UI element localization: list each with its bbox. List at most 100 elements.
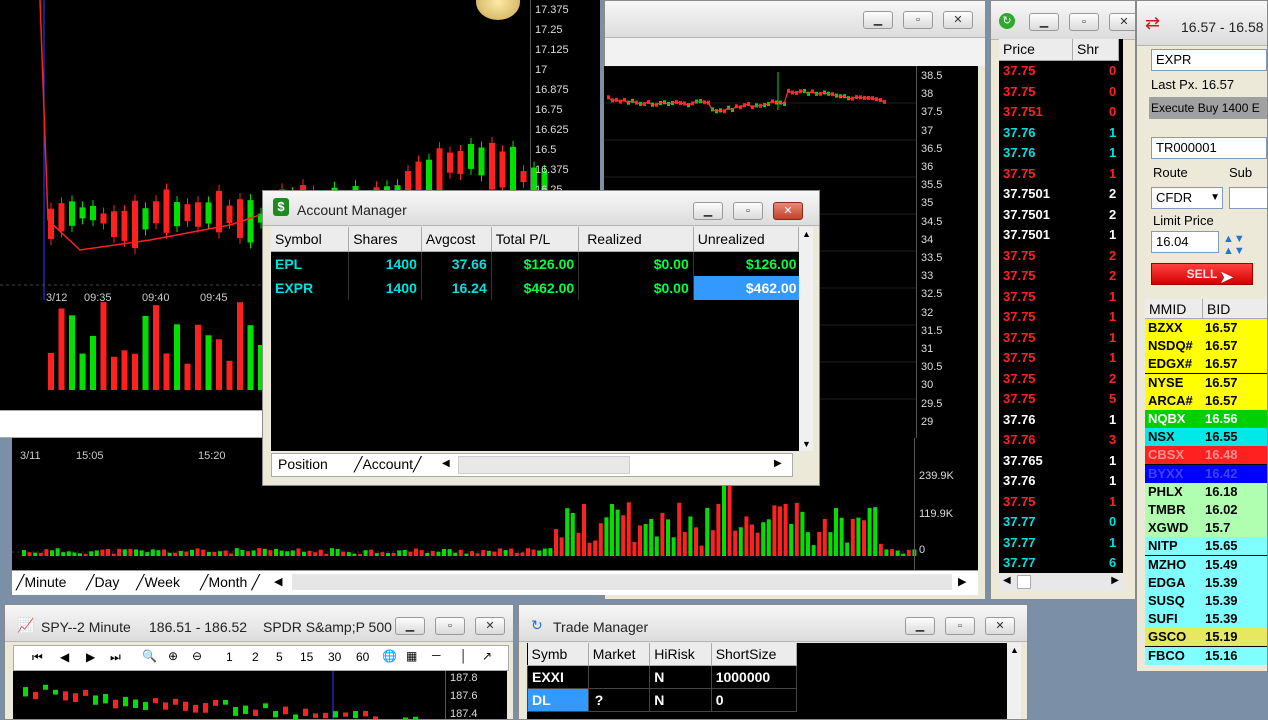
maximize-button[interactable]: ▫ [1069, 13, 1099, 31]
column-header[interactable]: Shares [348, 227, 422, 252]
line-tool-icon[interactable]: ─ [432, 648, 441, 662]
prev-icon[interactable]: ◀ [60, 650, 69, 664]
scrollbar-thumb[interactable] [458, 456, 630, 474]
maximize-button[interactable]: ▫ [733, 202, 763, 220]
level2-row[interactable]: MZHO 15.49 [1145, 555, 1267, 574]
minimize-button[interactable]: ▁ [693, 202, 723, 220]
sell-button[interactable]: SELL [1151, 263, 1253, 285]
scrollbar-track[interactable] [292, 574, 952, 590]
table-row[interactable]: EPL 1400 37.66 $126.00 $0.00 $126.00 [271, 251, 799, 276]
time-sales-titlebar[interactable]: ↻ ▁ ▫ ✕ [991, 1, 1135, 40]
account-manager-window[interactable]: $ Account Manager ▁ ▫ ✕ Symbol Shares Av… [262, 190, 820, 486]
table-row[interactable]: DL ? N 0 [527, 688, 798, 712]
sub-route-select[interactable] [1229, 187, 1267, 209]
spy-titlebar[interactable]: 📈 SPY--2 Minute 186.51 - 186.52 SPDR S&a… [5, 605, 513, 642]
next-icon[interactable]: ▶ [86, 650, 95, 664]
tab-month[interactable]: ╱Month ╱ [200, 574, 260, 591]
level2-row[interactable]: FBCO 15.16 [1145, 646, 1267, 665]
tab-account[interactable]: ╱Account╱ [354, 456, 421, 473]
draw-icon[interactable]: ↗ [482, 649, 492, 663]
minimize-button[interactable]: ▁ [1029, 13, 1059, 31]
account-manager-titlebar[interactable]: $ Account Manager ▁ ▫ ✕ [263, 191, 819, 226]
tab-minute[interactable]: ╱Minute [16, 574, 66, 591]
time-sales-window[interactable]: ↻ ▁ ▫ ✕ Price Shr 37.75 0 37.75 0 37.751 0 37.… [990, 0, 1136, 600]
limit-price-input[interactable]: 16.04 [1151, 231, 1219, 253]
close-button[interactable]: ✕ [773, 202, 803, 220]
scroll-left-arrow[interactable]: ◀ [1003, 575, 1011, 586]
close-button[interactable]: ✕ [475, 617, 505, 635]
level2-row[interactable]: BYXX 16.42 [1145, 464, 1267, 483]
account-input[interactable]: TR000001 [1151, 137, 1267, 159]
level2-row[interactable]: BZXX 16.57 [1145, 319, 1267, 337]
column-header[interactable]: MMID [1145, 299, 1203, 319]
scroll-right-arrow[interactable]: ▶ [774, 458, 782, 469]
order-entry-window[interactable]: ⇄ 16.57 - 16.58 EXPR Last Px. 16.57 Exec… [1136, 0, 1268, 672]
spy-chart-window[interactable]: 📈 SPY--2 Minute 186.51 - 186.52 SPDR S&a… [4, 604, 514, 720]
globe-icon[interactable]: 🌐 [382, 649, 397, 663]
interval-15-button[interactable]: 15 [300, 650, 313, 664]
scroll-right-arrow[interactable]: ▶ [958, 575, 966, 588]
scrollbar-thumb[interactable] [1017, 575, 1031, 589]
minimize-button[interactable]: ▁ [863, 11, 893, 29]
chart-window-titlebar[interactable]: ▁ ▫ ✕ [605, 1, 985, 38]
column-header[interactable]: BID [1203, 299, 1267, 319]
vertical-scrollbar[interactable]: ▲ ▼ [799, 227, 813, 451]
calculator-icon[interactable]: ▦ [406, 649, 417, 663]
tab-week[interactable]: ╱Week [136, 574, 180, 591]
maximize-button[interactable]: ▫ [945, 617, 975, 635]
close-button[interactable]: ✕ [1109, 13, 1135, 31]
zoom-in-icon[interactable]: ⊕ [168, 649, 178, 663]
first-icon[interactable]: ⏮ [32, 650, 43, 665]
minimize-button[interactable]: ▁ [395, 617, 425, 635]
level2-row[interactable]: NSX 16.55 [1145, 428, 1267, 447]
maximize-button[interactable]: ▫ [903, 11, 933, 29]
column-header[interactable]: ShortSize [711, 643, 798, 666]
column-header[interactable]: Market [588, 643, 651, 666]
interval-5-button[interactable]: 5 [276, 650, 283, 664]
level2-row[interactable]: NSDQ# 16.57 [1145, 337, 1267, 356]
level2-row[interactable]: PHLX 16.18 [1145, 482, 1267, 501]
tab-position[interactable]: Position [278, 456, 328, 472]
close-button[interactable]: ✕ [985, 617, 1015, 635]
scroll-up-arrow[interactable]: ▲ [1010, 645, 1019, 655]
spy-price-chart[interactable]: 187.8 187.6 187.4 [13, 671, 507, 719]
column-header[interactable]: HiRisk [649, 643, 712, 666]
scroll-left-arrow[interactable]: ◀ [274, 575, 282, 588]
symbol-input[interactable]: EXPR [1151, 49, 1267, 71]
level2-row[interactable]: SUFI 15.39 [1145, 610, 1267, 629]
scroll-left-arrow[interactable]: ◀ [442, 458, 450, 469]
column-header[interactable]: Realized [578, 227, 694, 252]
close-button[interactable]: ✕ [943, 11, 973, 29]
column-header[interactable]: Avgcost [421, 227, 492, 252]
zoom-icon[interactable]: 🔍 [142, 649, 157, 663]
column-header[interactable]: Symb [527, 643, 589, 666]
level2-row[interactable]: EDGX# 16.57 [1145, 355, 1267, 374]
route-select[interactable]: CFDR ▼ [1151, 187, 1223, 209]
level2-row[interactable]: SUSQ 15.39 [1145, 592, 1267, 610]
column-header[interactable]: Unrealized [693, 227, 800, 252]
trade-manager-window[interactable]: ↻ Trade Manager ▁ ▫ ✕ Symb Market HiRisk… [518, 604, 1028, 720]
tab-day[interactable]: ╱Day [86, 574, 119, 591]
level2-row[interactable]: ARCA# 16.57 [1145, 391, 1267, 410]
last-icon[interactable]: ⏭ [110, 650, 121, 665]
table-row[interactable]: EXXI N 1000000 [527, 665, 798, 689]
interval-30-button[interactable]: 30 [328, 650, 341, 664]
maximize-button[interactable]: ▫ [435, 617, 465, 635]
price-up-down-icon[interactable]: ▲▼ ▲▼ [1223, 233, 1267, 257]
column-header[interactable]: Price [999, 39, 1073, 61]
trade-manager-titlebar[interactable]: ↻ Trade Manager ▁ ▫ ✕ [519, 605, 1027, 642]
level2-row[interactable]: GSCO 15.19 [1145, 628, 1267, 647]
level2-row[interactable]: TMBR 16.02 [1145, 501, 1267, 519]
column-header[interactable]: Total P/L [491, 227, 580, 252]
chevron-down-icon[interactable]: ▼ [1210, 188, 1220, 208]
interval-2-button[interactable]: 2 [252, 650, 259, 664]
level2-row[interactable]: EDGA 15.39 [1145, 573, 1267, 592]
vertical-scrollbar[interactable]: ▲ [1007, 643, 1021, 719]
level2-row[interactable]: CBSX 16.48 [1145, 446, 1267, 465]
interval-1-button[interactable]: 1 [226, 650, 233, 664]
scroll-right-arrow[interactable]: ▶ [1111, 575, 1119, 586]
level2-row[interactable]: NQBX 16.56 [1145, 410, 1267, 428]
column-header[interactable]: Symbol [271, 227, 350, 252]
interval-60-button[interactable]: 60 [356, 650, 369, 664]
scroll-up-arrow[interactable]: ▲ [802, 229, 811, 239]
